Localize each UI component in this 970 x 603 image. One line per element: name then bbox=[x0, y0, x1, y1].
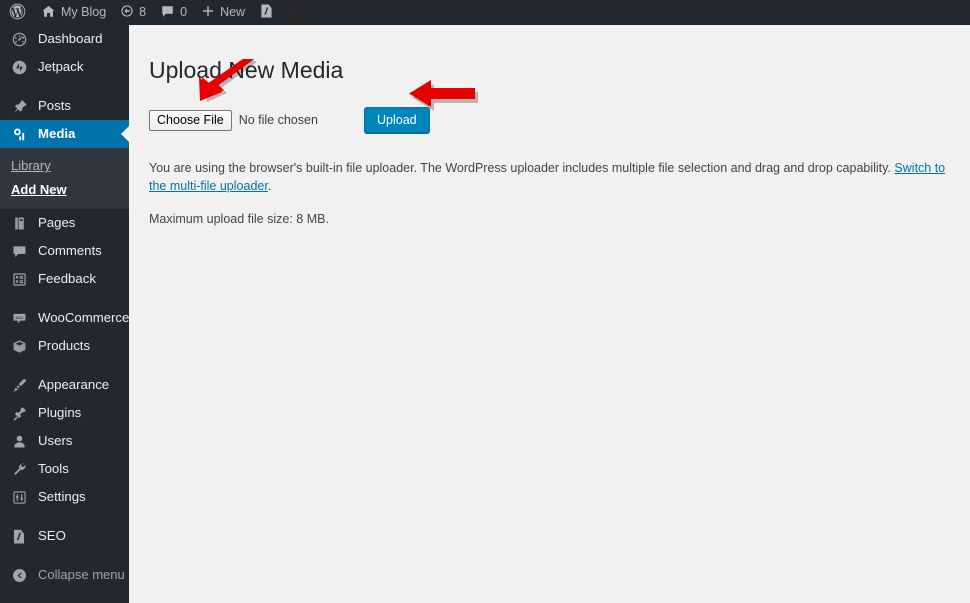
jetpack-icon bbox=[9, 57, 29, 77]
admin-bar-updates-count: 8 bbox=[139, 5, 147, 19]
sidebar-item-media[interactable]: Media bbox=[0, 120, 129, 148]
admin-bar-comments[interactable]: 0 bbox=[153, 0, 194, 25]
sidebar-item-label: Tools bbox=[38, 461, 69, 476]
media-submenu: Library Add New bbox=[0, 148, 129, 209]
sidebar-item-label: Dashboard bbox=[38, 31, 103, 46]
sidebar-item-label: Settings bbox=[38, 489, 86, 504]
admin-bar-loading-spinner bbox=[287, 5, 303, 20]
yoast-seo-icon bbox=[259, 3, 274, 22]
sidebar-item-plugins[interactable]: Plugins bbox=[0, 399, 129, 427]
user-icon bbox=[9, 431, 29, 451]
max-upload-size-text: Maximum upload file size: 8 MB. bbox=[149, 212, 329, 226]
product-box-icon bbox=[9, 336, 29, 356]
collapse-menu-button[interactable]: Collapse menu bbox=[0, 561, 129, 589]
sidebar-item-label: Appearance bbox=[38, 377, 110, 392]
collapse-arrow-icon bbox=[9, 565, 29, 585]
submenu-item-library[interactable]: Library bbox=[0, 154, 129, 178]
main-content-area: Upload New Media Choose File No file cho… bbox=[129, 25, 970, 603]
choose-file-button[interactable]: Choose File bbox=[149, 109, 232, 131]
wrench-icon bbox=[9, 459, 29, 479]
sidebar-item-label: Media bbox=[38, 126, 76, 141]
collapse-menu-wrapper: Collapse menu bbox=[0, 561, 129, 589]
dashboard-gauge-icon bbox=[9, 29, 29, 49]
uploader-description-text: You are using the browser's built-in fil… bbox=[149, 161, 895, 175]
sidebar-item-jetpack[interactable]: Jetpack bbox=[0, 53, 129, 81]
updates-icon bbox=[120, 4, 134, 21]
admin-bar: My Blog 8 0 New bbox=[0, 0, 970, 25]
sidebar-item-posts[interactable]: Posts bbox=[0, 92, 129, 120]
sidebar-item-settings[interactable]: Settings bbox=[0, 483, 129, 511]
sidebar-item-tools[interactable]: Tools bbox=[0, 455, 129, 483]
file-name-text: No file chosen bbox=[238, 113, 318, 127]
uploader-description: You are using the browser's built-in fil… bbox=[149, 159, 950, 195]
sidebar-item-seo[interactable]: SEO bbox=[0, 522, 129, 550]
sidebar-item-products[interactable]: Products bbox=[0, 332, 129, 360]
collapse-menu-label: Collapse menu bbox=[38, 567, 125, 582]
admin-bar-new-content[interactable]: New bbox=[194, 0, 252, 25]
uploader-description-period: . bbox=[267, 179, 272, 193]
woocommerce-icon: woo bbox=[9, 308, 29, 328]
plus-icon bbox=[201, 4, 215, 21]
paintbrush-icon bbox=[9, 375, 29, 395]
admin-bar-site-name[interactable]: My Blog bbox=[34, 0, 113, 25]
sidebar-item-label: SEO bbox=[38, 528, 66, 543]
sidebar-item-label: Plugins bbox=[38, 405, 82, 420]
sidebar-item-comments[interactable]: Comments bbox=[0, 237, 129, 265]
sidebar-item-label: Feedback bbox=[38, 271, 96, 286]
media-camera-icon bbox=[9, 124, 29, 144]
sidebar-item-label: WooCommerce bbox=[38, 310, 130, 325]
yoast-seo-icon bbox=[9, 526, 29, 546]
sidebar-item-label: Products bbox=[38, 338, 91, 353]
home-icon bbox=[41, 4, 56, 22]
file-input-field[interactable]: Choose File No file chosen bbox=[149, 109, 318, 131]
admin-bar-new-content-label: New bbox=[220, 5, 246, 19]
sidebar-item-feedback[interactable]: Feedback bbox=[0, 265, 129, 293]
sidebar-item-dashboard[interactable]: Dashboard bbox=[0, 25, 129, 53]
svg-text:woo: woo bbox=[15, 314, 23, 319]
wordpress-logo-icon bbox=[9, 3, 26, 23]
sidebar-separator bbox=[0, 81, 129, 92]
comment-bubble-icon bbox=[160, 4, 175, 22]
upload-form-row: Choose File No file chosen Upload bbox=[149, 107, 950, 133]
sidebar-separator bbox=[0, 293, 129, 304]
pushpin-icon bbox=[9, 96, 29, 116]
sidebar-item-label: Users bbox=[38, 433, 73, 448]
settings-sliders-icon bbox=[9, 487, 29, 507]
comment-bubble-icon bbox=[9, 241, 29, 261]
sidebar-separator bbox=[0, 511, 129, 522]
pages-icon bbox=[9, 213, 29, 233]
page-title: Upload New Media bbox=[149, 57, 344, 83]
feedback-form-icon bbox=[9, 269, 29, 289]
sidebar-item-label: Jetpack bbox=[38, 59, 84, 74]
sidebar-item-users[interactable]: Users bbox=[0, 427, 129, 455]
sidebar-item-woocommerce[interactable]: woo WooCommerce bbox=[0, 304, 129, 332]
plug-icon bbox=[9, 403, 29, 423]
admin-bar-updates[interactable]: 8 bbox=[113, 0, 153, 25]
sidebar-item-appearance[interactable]: Appearance bbox=[0, 371, 129, 399]
sidebar-item-label: Pages bbox=[38, 215, 76, 230]
sidebar-item-label: Posts bbox=[38, 98, 71, 113]
sidebar-item-pages[interactable]: Pages bbox=[0, 209, 129, 237]
sidebar-item-label: Comments bbox=[38, 243, 102, 258]
admin-bar-wordpress-logo[interactable] bbox=[0, 0, 34, 25]
admin-bar-comments-count: 0 bbox=[180, 5, 188, 19]
sidebar-separator bbox=[0, 360, 129, 371]
upload-button[interactable]: Upload bbox=[364, 107, 430, 133]
submenu-item-add-new[interactable]: Add New bbox=[0, 178, 129, 202]
admin-bar-yoast-seo[interactable] bbox=[252, 0, 309, 25]
admin-bar-site-name-label: My Blog bbox=[61, 5, 107, 19]
admin-sidebar-menu: Dashboard Jetpack Posts Media Library Ad bbox=[0, 25, 129, 603]
